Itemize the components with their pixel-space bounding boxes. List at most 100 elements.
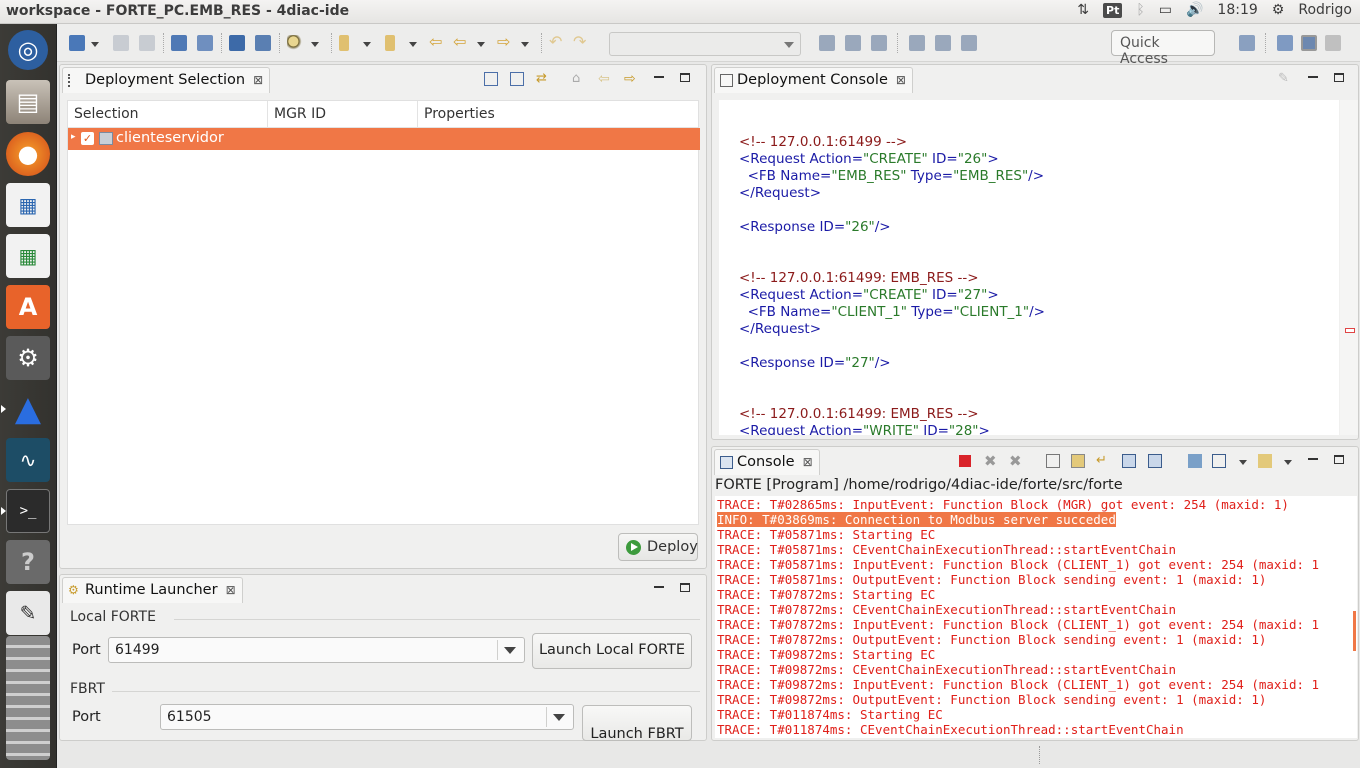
expand-all-icon[interactable]	[510, 72, 524, 86]
settings-icon[interactable]: ⚙	[6, 336, 50, 380]
pin-console-icon[interactable]	[1188, 454, 1202, 468]
workspaces-icon[interactable]	[6, 636, 50, 760]
clock[interactable]: 18:19	[1217, 2, 1257, 18]
column-properties[interactable]: Properties	[424, 106, 495, 122]
chevron-down-icon[interactable]	[1284, 460, 1292, 465]
text-editor-icon[interactable]: ✎	[6, 591, 50, 635]
last-edit-icon[interactable]: ⇦	[429, 34, 445, 51]
deploy-button[interactable]: Deploy	[618, 533, 698, 561]
search-icon[interactable]	[287, 35, 303, 51]
tab-deployment-console[interactable]: Deployment Console ⊠	[714, 67, 913, 93]
terminate-icon[interactable]	[959, 455, 971, 467]
tab-console[interactable]: Console ⊠	[714, 449, 820, 475]
calc-icon[interactable]: ▦	[6, 234, 50, 278]
maximize-icon[interactable]	[680, 73, 690, 82]
gear-icon[interactable]: ⚙	[1272, 2, 1285, 18]
network-arrows-icon[interactable]: ⇅	[1077, 2, 1089, 18]
writer-icon[interactable]: ▦	[6, 183, 50, 227]
close-icon[interactable]: ⊠	[803, 455, 813, 469]
display-selected-console-icon[interactable]	[1212, 454, 1226, 468]
dropdown-arrow-icon[interactable]	[91, 42, 99, 47]
scroll-lock-icon[interactable]	[1071, 454, 1085, 468]
close-icon[interactable]: ⊠	[226, 583, 236, 597]
battery-icon[interactable]: ▭	[1159, 2, 1172, 18]
previous-annotation-icon[interactable]	[385, 35, 395, 51]
checkbox[interactable]: ✓	[81, 132, 94, 145]
maximize-icon[interactable]	[1334, 73, 1344, 82]
back-icon[interactable]: ⇦	[453, 34, 469, 51]
chevron-down-icon[interactable]	[1239, 460, 1247, 465]
next-annotation-icon[interactable]	[339, 35, 349, 51]
new-system-icon[interactable]	[171, 35, 187, 51]
fbrt-port-combo[interactable]: 61505	[160, 704, 574, 730]
collapse-all-icon[interactable]	[484, 72, 498, 86]
volume-icon[interactable]: 🔊	[1186, 2, 1203, 18]
overview-marker[interactable]	[1345, 328, 1355, 333]
deployment-perspective-icon[interactable]	[1301, 35, 1317, 51]
dropdown-arrow-icon[interactable]	[521, 42, 529, 47]
maximize-icon[interactable]	[680, 583, 690, 592]
forward-icon[interactable]: ⇨	[497, 34, 513, 51]
new-icon[interactable]	[69, 35, 85, 51]
local-port-combo[interactable]: 61499	[108, 637, 525, 663]
user-name[interactable]: Rodrigo	[1298, 2, 1352, 18]
firefox-icon[interactable]: ●	[6, 132, 50, 176]
new-adapter-icon[interactable]	[255, 35, 271, 51]
help-icon[interactable]: ?	[6, 540, 50, 584]
debug-perspective-icon[interactable]	[1325, 35, 1341, 51]
toolbar-combo[interactable]	[609, 32, 801, 56]
software-center-icon[interactable]: A	[6, 285, 50, 329]
close-icon[interactable]: ⊠	[896, 73, 906, 87]
terminal-icon[interactable]: >_	[6, 489, 50, 533]
tab-runtime-launcher[interactable]: ⚙ Runtime Launcher ⊠	[62, 577, 243, 603]
tree-row[interactable]: ▸ ✓ clienteservidor	[68, 128, 700, 150]
dropdown-arrow-icon[interactable]	[477, 42, 485, 47]
bluetooth-icon[interactable]: ᛒ	[1136, 2, 1144, 18]
deployment-tree[interactable]: Selection MGR ID Properties ▸ ✓ clientes…	[67, 100, 700, 525]
dropdown-arrow-icon[interactable]	[409, 42, 417, 47]
forward-icon[interactable]: ⇨	[624, 72, 638, 86]
align-left-icon[interactable]	[819, 35, 835, 51]
new-fb-type-icon[interactable]	[229, 35, 245, 51]
expand-icon[interactable]: ▸	[71, 132, 76, 142]
dropdown-arrow-icon[interactable]	[363, 42, 371, 47]
chevron-down-icon[interactable]	[553, 714, 565, 721]
files-icon[interactable]: ▤	[6, 80, 50, 124]
chevron-down-icon[interactable]	[504, 647, 516, 654]
minimize-icon[interactable]	[1308, 458, 1318, 460]
align-middle-icon[interactable]	[935, 35, 951, 51]
console-scroll-indicator[interactable]	[1353, 611, 1356, 651]
minimize-icon[interactable]	[1308, 76, 1318, 78]
word-wrap-icon[interactable]: ↵	[1096, 454, 1110, 468]
open-console-icon[interactable]	[1258, 454, 1272, 468]
scope-icon[interactable]: ∿	[6, 438, 50, 482]
link-icon[interactable]: ⇄	[536, 72, 550, 86]
align-right-icon[interactable]	[871, 35, 887, 51]
minimize-icon[interactable]	[654, 586, 664, 588]
console-output[interactable]: TRACE: T#02865ms: InputEvent: Function B…	[715, 496, 1357, 738]
dropdown-arrow-icon[interactable]	[311, 42, 319, 47]
system-perspective-icon[interactable]	[1277, 35, 1293, 51]
minimize-icon[interactable]	[654, 76, 664, 78]
align-bottom-icon[interactable]	[961, 35, 977, 51]
launch-local-forte-button[interactable]: Launch Local FORTE	[532, 633, 692, 669]
new-application-icon[interactable]	[197, 35, 213, 51]
align-center-icon[interactable]	[845, 35, 861, 51]
maximize-icon[interactable]	[1334, 455, 1344, 464]
close-icon[interactable]: ⊠	[253, 73, 263, 87]
launch-fbrt-button[interactable]: Launch FBRT	[582, 705, 692, 741]
show-on-stdout-icon[interactable]	[1122, 454, 1136, 468]
clear-console-icon[interactable]	[1046, 454, 1060, 468]
open-perspective-icon[interactable]	[1239, 35, 1255, 51]
align-top-icon[interactable]	[909, 35, 925, 51]
column-mgr-id[interactable]: MGR ID	[274, 106, 326, 122]
deployment-console-output[interactable]: <!-- 127.0.0.1:61499 --> <Request Action=…	[719, 100, 1339, 435]
keyboard-layout-indicator[interactable]: Pt	[1103, 2, 1123, 18]
tab-deployment-selection[interactable]: Deployment Selection ⊠	[62, 67, 271, 93]
show-on-stderr-icon[interactable]	[1148, 454, 1162, 468]
column-selection[interactable]: Selection	[74, 106, 139, 122]
quick-access-field[interactable]: Quick Access	[1111, 30, 1215, 67]
scrollbar[interactable]	[1340, 100, 1358, 435]
4diac-icon[interactable]: ▲	[6, 387, 50, 431]
ubuntu-dash-icon[interactable]: ◎	[8, 30, 48, 70]
